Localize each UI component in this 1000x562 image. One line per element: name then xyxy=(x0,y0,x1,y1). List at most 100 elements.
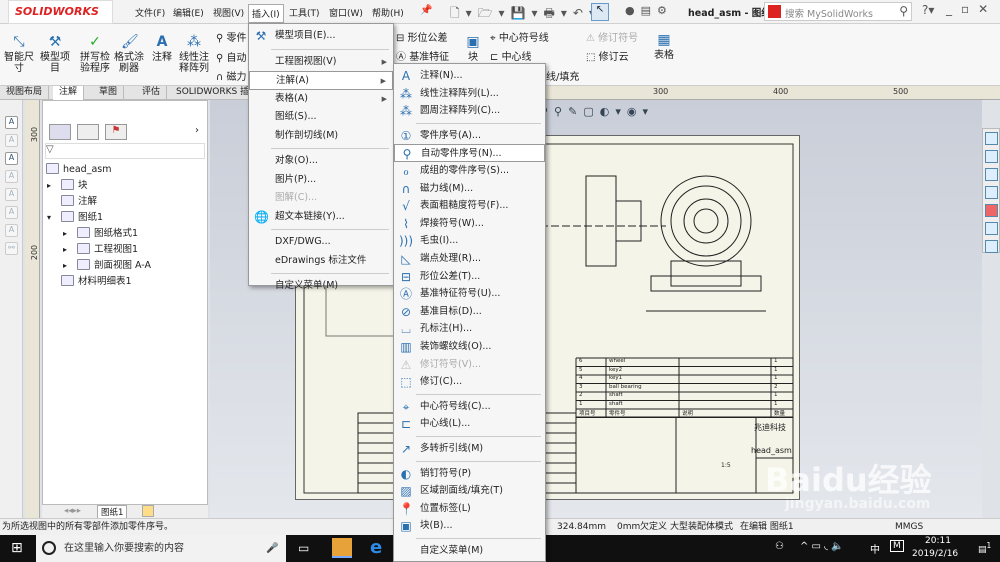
tree-item[interactable]: 材料明细表1 xyxy=(47,274,132,289)
clock-date[interactable]: 2019/2/16 xyxy=(912,549,958,559)
geometric-tolerance-button[interactable]: ⊟ 形位公差 xyxy=(396,29,448,44)
menu-item[interactable]: Ⓐ 基准特征符号(U)... xyxy=(394,285,545,303)
menu-item[interactable]: ∩ 磁力线(M)... xyxy=(394,180,545,198)
format-painter-button[interactable]: 🖌 格式涂刷器 xyxy=(114,34,144,74)
menu-item[interactable]: ▥ 装饰螺纹线(O)... xyxy=(394,338,545,356)
menu-item[interactable]: ⚲ 自动零件序号(N)... xyxy=(394,144,545,162)
tab-3[interactable]: 评估 xyxy=(136,86,168,100)
menu-item[interactable]: 工程图视图(V) ▶ xyxy=(249,53,393,72)
menu-item[interactable]: ◐ 销钉符号(P) xyxy=(394,465,545,483)
config-manager-tab[interactable]: ⚑ xyxy=(105,124,127,140)
tree-item[interactable]: ▸ 工程视图1 xyxy=(63,242,138,257)
menu-item[interactable]: 图纸(S)... xyxy=(249,108,393,127)
menu-item[interactable]: 对象(O)... xyxy=(249,152,393,171)
forum-icon[interactable] xyxy=(985,240,998,253)
ime-mode[interactable]: M xyxy=(890,540,904,552)
menu-item[interactable]: ⁂ 圆周注释阵列(C)... xyxy=(394,102,545,120)
select-pointer-icon[interactable]: ↖ xyxy=(591,3,609,21)
ime-indicator[interactable]: 中 xyxy=(870,541,880,556)
revision-cloud-button[interactable]: ⬚ 修订云 xyxy=(586,48,629,63)
notification-icon[interactable]: ▤1 xyxy=(978,541,991,555)
tray-icons[interactable]: ^ ▭ ◟ 🔈 xyxy=(800,541,844,552)
menu-item[interactable]: DXF/DWG... xyxy=(249,233,393,252)
linear-note-pattern-button[interactable]: ⁂ 线性注释阵列 xyxy=(178,34,210,74)
balloon-button[interactable]: ⚲ 零件 xyxy=(216,29,247,44)
tree-item[interactable]: 注解 xyxy=(47,194,97,209)
search-mysolidworks[interactable]: 搜索 MySolidWorks ⚲ xyxy=(764,2,912,21)
menu-item[interactable]: ⌴ 孔标注(H)... xyxy=(394,320,545,338)
menu-item[interactable]: ⬚ 修订(C)... xyxy=(394,373,545,391)
menu-item[interactable]: 注解(A) ▶ xyxy=(249,71,393,90)
smart-dimension-button[interactable]: ⤡ 智能尺寸 xyxy=(4,34,34,74)
magnetic-line-button[interactable]: ∩ 磁力 xyxy=(216,68,247,83)
expand-toggle-icon[interactable]: ▸ xyxy=(63,242,77,257)
taskbar-search[interactable]: 在这里输入你要搜索的内容 🎤 xyxy=(36,535,286,562)
home-icon[interactable] xyxy=(985,132,998,145)
menu-item[interactable]: 🌐 超文本链接(Y)... xyxy=(249,208,393,227)
solidworks-logo[interactable]: SOLIDWORKS xyxy=(8,0,113,24)
property-manager-tab[interactable] xyxy=(77,124,99,140)
model-items-button[interactable]: ⚒ 模型项目 xyxy=(40,34,70,74)
task-view-icon[interactable]: ▭ xyxy=(298,541,309,555)
tree-item[interactable]: ▸ 图纸格式1 xyxy=(63,226,138,241)
custom-properties-icon[interactable] xyxy=(985,222,998,235)
menu-item[interactable]: A 注释(N)... xyxy=(394,67,545,85)
edge-icon[interactable]: e xyxy=(370,537,382,558)
feature-manager-tab[interactable] xyxy=(49,124,71,140)
expand-toggle-icon[interactable]: ▸ xyxy=(63,258,77,273)
menu-item[interactable]: ⌇ 焊接符号(W)... xyxy=(394,215,545,233)
tab-2[interactable]: 草图 xyxy=(93,86,125,100)
area-hatch-button[interactable]: 线/填充 xyxy=(546,68,579,83)
centerline-button[interactable]: ⊏ 中心线 xyxy=(490,48,532,63)
tab-0[interactable]: 视图布局 xyxy=(0,86,50,100)
windows-start-icon[interactable]: ⊞ xyxy=(11,540,23,556)
menu-4[interactable]: 工具(T) xyxy=(286,4,323,21)
menu-item[interactable]: ⊘ 基准目标(D)... xyxy=(394,303,545,321)
filter-box[interactable]: ▽ xyxy=(45,143,205,159)
file-explorer-icon[interactable] xyxy=(985,168,998,181)
menu-5[interactable]: 窗口(W) xyxy=(326,4,366,21)
center-mark-button[interactable]: ⌖ 中心符号线 xyxy=(490,29,549,44)
menu-item[interactable]: ))) 毛虫(I)... xyxy=(394,232,545,250)
menu-0[interactable]: 文件(F) xyxy=(132,4,168,21)
tree-root[interactable]: head_asm xyxy=(46,162,112,177)
help-icon[interactable]: ?▾ xyxy=(922,3,934,17)
appearances-icon[interactable] xyxy=(985,204,998,217)
menu-item[interactable]: ⊟ 形位公差(T)... xyxy=(394,268,545,286)
design-library-icon[interactable] xyxy=(985,150,998,163)
menu-item[interactable]: √ 表面粗糙度符号(F)... xyxy=(394,197,545,215)
view-palette-icon[interactable] xyxy=(985,186,998,199)
menu-item[interactable]: ▨ 区域剖面线/填充(T) xyxy=(394,482,545,500)
menu-item[interactable]: 表格(A) ▶ xyxy=(249,90,393,109)
menu-item[interactable]: ⊏ 中心线(L)... xyxy=(394,415,545,433)
menu-item[interactable]: ↗ 多转折引线(M) xyxy=(394,440,545,458)
sheet-nav-arrows[interactable]: ◂◂▸▸ xyxy=(64,506,81,516)
menu-item[interactable]: ⌖ 中心符号线(C)... xyxy=(394,398,545,416)
menu-item[interactable]: ◺ 端点处理(R)... xyxy=(394,250,545,268)
menu-1[interactable]: 编辑(E) xyxy=(170,4,207,21)
auto-balloon-button[interactable]: ⚲ 自动 xyxy=(216,49,247,64)
spell-check-button[interactable]: ✓ 拼写检验程序 xyxy=(78,34,112,74)
menu-item[interactable]: 📍 位置标签(L) xyxy=(394,500,545,518)
menu-item[interactable]: ⚒ 模型项目(E)... xyxy=(249,27,393,46)
sheet-tab[interactable]: 图纸1 xyxy=(97,505,128,519)
tree-item[interactable]: ▸ 剖面视图 A-A xyxy=(63,258,151,273)
menu-item[interactable]: 制作剖切线(M) xyxy=(249,127,393,146)
menu-item[interactable]: ▣ 块(B)... xyxy=(394,517,545,535)
expand-toggle-icon[interactable]: ▸ xyxy=(63,226,77,241)
note-tool-icon[interactable]: A xyxy=(5,116,18,129)
menu-item[interactable]: 自定义菜单(M) xyxy=(394,542,545,560)
menu-item[interactable]: 自定义菜单(M) xyxy=(249,277,393,296)
microphone-icon[interactable]: 🎤 xyxy=(266,535,278,562)
heads-up-view-toolbar[interactable]: ⚲⚲✎▢◐▾◉▾ xyxy=(540,105,654,118)
pin-icon[interactable]: 📌 xyxy=(420,5,432,16)
tab-1[interactable]: 注解 xyxy=(53,86,85,100)
people-icon[interactable]: ⚇ xyxy=(775,541,784,552)
menu-item[interactable]: 图片(P)... xyxy=(249,171,393,190)
tree-item[interactable]: ▸ 块 xyxy=(47,178,88,193)
menu-item[interactable]: ℴ 成组的零件序号(S)... xyxy=(394,162,545,180)
menu-3[interactable]: 插入(I) xyxy=(248,4,284,23)
expand-toggle-icon[interactable]: ▸ xyxy=(47,178,61,193)
app-taskbar-icon[interactable] xyxy=(332,538,352,558)
expand-chevron-icon[interactable]: › xyxy=(195,125,199,136)
